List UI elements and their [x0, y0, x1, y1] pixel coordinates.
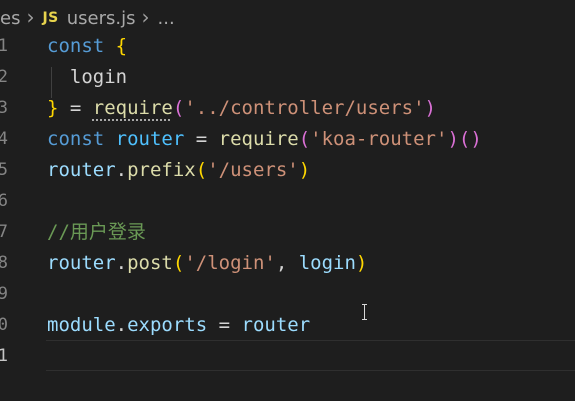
code-token: post	[127, 252, 173, 274]
chevron-right-icon: ›	[141, 5, 150, 29]
code-token: (	[172, 97, 185, 119]
line-number: 3	[0, 98, 8, 118]
code-token: )	[355, 252, 368, 274]
code-token: login	[47, 66, 128, 88]
code-token: router	[241, 314, 311, 336]
code-line[interactable]: 7 //用户登录	[0, 217, 575, 248]
code-line[interactable]: 1	[0, 341, 575, 372]
breadcrumb-file[interactable]: users.js	[67, 8, 136, 29]
code-line[interactable]: 0 module.exports = router	[0, 310, 575, 341]
code-line[interactable]: 4 const router = require('koa-router')()	[0, 124, 575, 155]
code-text: } = require('../controller/users')	[47, 93, 436, 124]
breadcrumb-folder[interactable]: es	[0, 8, 20, 29]
line-number: 1	[0, 36, 8, 56]
code-text: router.prefix('/users')	[47, 155, 310, 186]
line-number: 2	[0, 67, 8, 87]
code-token: login	[298, 252, 356, 274]
code-token: (	[298, 128, 311, 150]
line-number: 0	[0, 315, 8, 335]
code-token: exports	[127, 314, 208, 336]
code-token: =	[207, 314, 242, 336]
breadcrumb-symbols[interactable]: ...	[158, 8, 175, 29]
code-line[interactable]: 9	[0, 279, 575, 310]
line-number: 9	[0, 284, 8, 304]
code-token: )	[298, 159, 311, 181]
code-token: router	[47, 252, 116, 274]
code-token: {	[115, 35, 128, 57]
line-number: 5	[0, 160, 8, 180]
line-number: 1	[0, 346, 8, 366]
code-token: .	[115, 159, 128, 181]
code-text: router.post('/login', login)	[47, 248, 367, 279]
code-token: //用户登录	[47, 221, 146, 243]
code-token: require	[92, 97, 173, 119]
code-token: =	[58, 97, 93, 119]
code-text: const router = require('koa-router')()	[47, 124, 482, 155]
code-line[interactable]: 6	[0, 186, 575, 217]
code-text: login	[47, 62, 127, 93]
code-token: require	[218, 128, 299, 150]
code-token: '../controller/users'	[184, 97, 425, 119]
line-number: 7	[0, 222, 8, 242]
code-token: 'koa-router'	[310, 128, 448, 150]
code-token: prefix	[127, 159, 196, 181]
code-token: ,	[275, 252, 299, 274]
code-text: module.exports = router	[47, 310, 310, 341]
code-editor[interactable]: 1 const {2 login 3} = require('../controll…	[0, 35, 575, 401]
code-token: '/login'	[184, 252, 276, 274]
code-token: =	[184, 128, 219, 150]
code-token: .	[115, 252, 128, 274]
code-line[interactable]: 1 const {	[0, 31, 575, 62]
code-token: router	[47, 159, 116, 181]
code-text: const {	[47, 31, 127, 62]
code-token: )()	[447, 128, 482, 150]
code-token: module	[47, 314, 116, 336]
code-token: const	[47, 128, 105, 150]
code-token: router	[115, 128, 185, 150]
code-line[interactable]: 2 login	[0, 62, 575, 93]
code-token: (	[195, 159, 208, 181]
line-number: 6	[0, 191, 8, 211]
code-token: )	[424, 97, 436, 119]
code-token: }	[47, 97, 59, 119]
code-line[interactable]: 8 router.post('/login', login)	[0, 248, 575, 279]
javascript-file-icon: JS	[42, 10, 59, 26]
code-token: .	[115, 314, 128, 336]
line-number: 8	[0, 253, 8, 273]
code-line[interactable]: 3} = require('../controller/users')	[0, 93, 575, 124]
chevron-right-icon: ›	[26, 5, 35, 29]
code-text: //用户登录	[47, 217, 146, 248]
line-number: 4	[0, 129, 8, 149]
code-token: (	[172, 252, 185, 274]
code-token: '/users'	[207, 159, 299, 181]
code-line[interactable]: 5 router.prefix('/users')	[0, 155, 575, 186]
code-token: const	[47, 35, 105, 57]
